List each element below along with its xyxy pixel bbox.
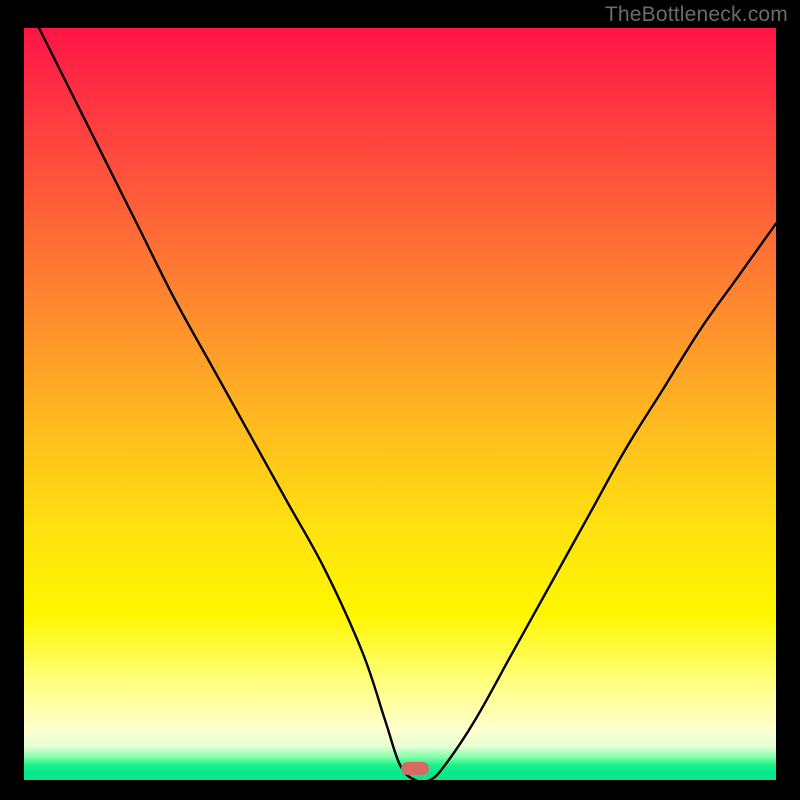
chart-frame: TheBottleneck.com: [0, 0, 800, 800]
plot-area: [24, 28, 776, 780]
bottleneck-curve: [24, 28, 776, 780]
attribution-label: TheBottleneck.com: [605, 3, 788, 27]
optimal-marker: [401, 762, 429, 775]
